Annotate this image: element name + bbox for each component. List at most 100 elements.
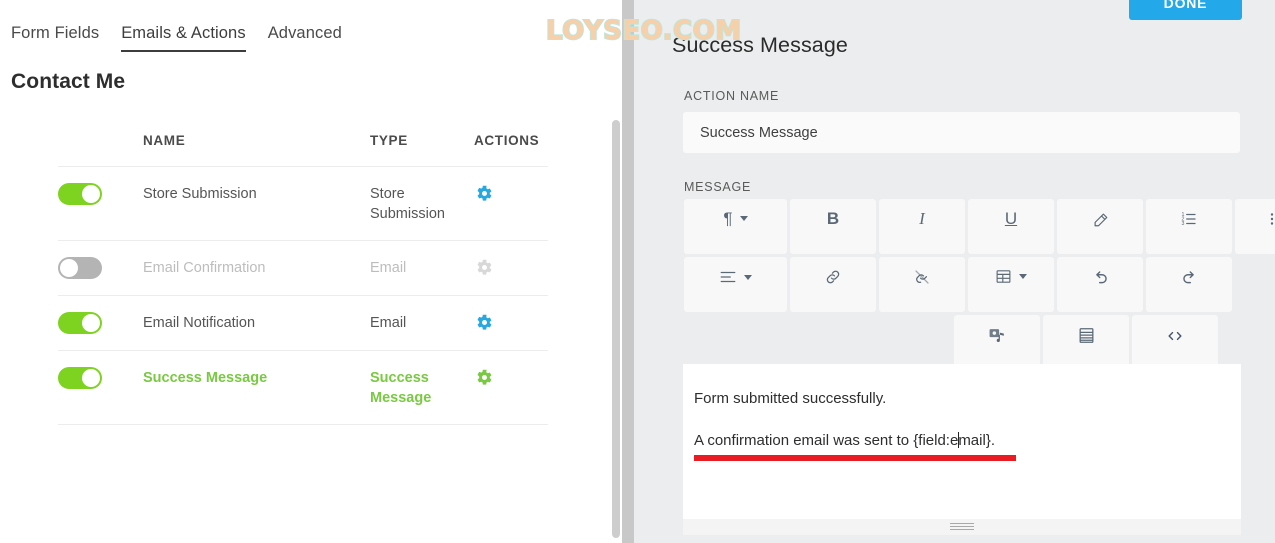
table-row[interactable]: Success Message Success Message xyxy=(58,351,548,426)
code-view-button[interactable] xyxy=(1132,315,1218,370)
code-icon xyxy=(1168,331,1182,341)
toggle-knob xyxy=(60,259,78,278)
row-name: Email Notification xyxy=(143,315,256,332)
row-name: Email Confirmation xyxy=(143,260,266,277)
row-toggle-cell xyxy=(58,183,143,205)
done-button[interactable]: DONE xyxy=(1129,0,1242,20)
editor-content[interactable]: Form submitted successfully. A confirmat… xyxy=(694,388,1224,461)
toolbar-row-2 xyxy=(684,257,1254,312)
message-label: MESSAGE xyxy=(684,180,752,194)
tab-bar: Form Fields Emails & Actions Advanced xyxy=(0,14,353,52)
left-panel-scrollbar[interactable] xyxy=(608,0,622,543)
editor-line-1: Form submitted successfully. xyxy=(694,390,887,407)
row-actions xyxy=(474,183,548,202)
gear-icon[interactable] xyxy=(476,314,493,331)
table-header-row: NAME TYPE ACTIONS xyxy=(58,133,548,167)
left-panel: Form Fields Emails & Actions Advanced Co… xyxy=(0,0,622,543)
link-icon xyxy=(826,270,840,284)
editor-resize-handle[interactable] xyxy=(683,519,1241,535)
panel-divider[interactable] xyxy=(622,0,634,543)
row-name: Success Message xyxy=(143,370,268,387)
insert-media-button[interactable] xyxy=(954,315,1040,370)
chevron-down-icon xyxy=(739,216,748,221)
insert-table-button[interactable] xyxy=(968,257,1054,312)
row-toggle-cell xyxy=(58,312,143,335)
insert-link-button[interactable] xyxy=(790,257,876,312)
message-editor[interactable]: Form submitted successfully. A confirmat… xyxy=(683,364,1241,519)
bold-button[interactable]: B xyxy=(790,199,876,254)
tab-advanced[interactable]: Advanced xyxy=(257,24,353,52)
unlink-button[interactable] xyxy=(879,257,965,312)
unlink-icon xyxy=(915,270,929,284)
gear-icon[interactable] xyxy=(476,369,493,386)
table-icon xyxy=(995,268,1027,285)
bold-icon: B xyxy=(826,209,840,228)
align-button[interactable] xyxy=(684,257,787,312)
page-title: Contact Me xyxy=(11,70,126,93)
row-type: Success Message xyxy=(370,370,432,406)
paragraph-format-button[interactable]: ¶ xyxy=(684,199,787,254)
row-toggle-cell xyxy=(58,257,143,280)
clear-formatting-button[interactable] xyxy=(1057,199,1143,254)
italic-icon: I xyxy=(919,209,925,228)
unordered-list-button[interactable] xyxy=(1235,199,1275,254)
align-left-icon xyxy=(719,268,752,286)
toggle-switch[interactable] xyxy=(58,312,102,335)
redo-icon xyxy=(1182,271,1194,284)
chevron-down-icon xyxy=(1019,274,1027,279)
toggle-switch[interactable] xyxy=(58,183,102,205)
table-row[interactable]: Store Submission Store Submission xyxy=(58,167,548,242)
scrollbar-thumb[interactable] xyxy=(612,120,620,538)
row-name: Store Submission xyxy=(143,186,257,202)
toolbar-row-3 xyxy=(684,315,1254,370)
undo-button[interactable] xyxy=(1057,257,1143,312)
media-icon xyxy=(989,329,1004,342)
table-header-name: NAME xyxy=(143,133,186,148)
redo-button[interactable] xyxy=(1146,257,1232,312)
toolbar-row-1: ¶ B I U 123 xyxy=(684,199,1275,254)
row-actions xyxy=(474,257,548,276)
action-name-label: ACTION NAME xyxy=(684,89,780,103)
panel-title: Success Message xyxy=(672,33,848,57)
row-actions xyxy=(474,312,548,331)
widget-icon xyxy=(1079,328,1093,343)
table-row[interactable]: Email Notification Email xyxy=(58,296,548,352)
ordered-list-button[interactable]: 123 xyxy=(1146,199,1232,254)
toggle-switch[interactable] xyxy=(58,367,102,390)
chevron-down-icon xyxy=(744,274,752,280)
svg-text:3: 3 xyxy=(1182,221,1185,227)
insert-widget-button[interactable] xyxy=(1043,315,1129,370)
toggle-knob xyxy=(82,369,100,388)
eraser-icon xyxy=(1094,213,1108,227)
red-underline-annotation xyxy=(694,454,1016,461)
toggle-switch[interactable] xyxy=(58,257,102,280)
grip-icon xyxy=(950,522,974,532)
action-name-input[interactable] xyxy=(683,112,1240,153)
row-type: Email xyxy=(370,260,407,277)
underline-icon: U xyxy=(1004,209,1018,228)
row-type: Email xyxy=(370,315,407,332)
paragraph-icon: ¶ xyxy=(723,210,748,227)
gear-icon[interactable] xyxy=(476,259,493,276)
unordered-list-icon xyxy=(1270,213,1274,225)
row-toggle-cell xyxy=(58,367,143,390)
ordered-list-icon: 123 xyxy=(1182,212,1196,227)
editor-line-2: A confirmation email was sent to {field:… xyxy=(694,430,1016,461)
row-type: Store Submission xyxy=(370,186,445,222)
tab-form-fields-label: Form Fields xyxy=(11,24,100,42)
tab-form-fields[interactable]: Form Fields xyxy=(0,24,110,52)
actions-table: NAME TYPE ACTIONS Store Submission Store… xyxy=(58,133,548,426)
table-header-type: TYPE xyxy=(370,133,408,148)
row-actions xyxy=(474,367,548,386)
editor-toolbar: ¶ B I U 123 xyxy=(684,199,1275,373)
undo-icon xyxy=(1095,271,1107,284)
underline-button[interactable]: U xyxy=(968,199,1054,254)
tab-emails-actions-label: Emails & Actions xyxy=(121,24,246,42)
app-root: Form Fields Emails & Actions Advanced Co… xyxy=(0,0,1275,543)
toggle-knob xyxy=(82,185,100,203)
tab-emails-actions[interactable]: Emails & Actions xyxy=(110,24,256,52)
italic-button[interactable]: I xyxy=(879,199,965,254)
gear-icon[interactable] xyxy=(476,185,493,202)
table-row[interactable]: Email Confirmation Email xyxy=(58,241,548,297)
editor-line-2-after: mail}. xyxy=(958,431,995,449)
